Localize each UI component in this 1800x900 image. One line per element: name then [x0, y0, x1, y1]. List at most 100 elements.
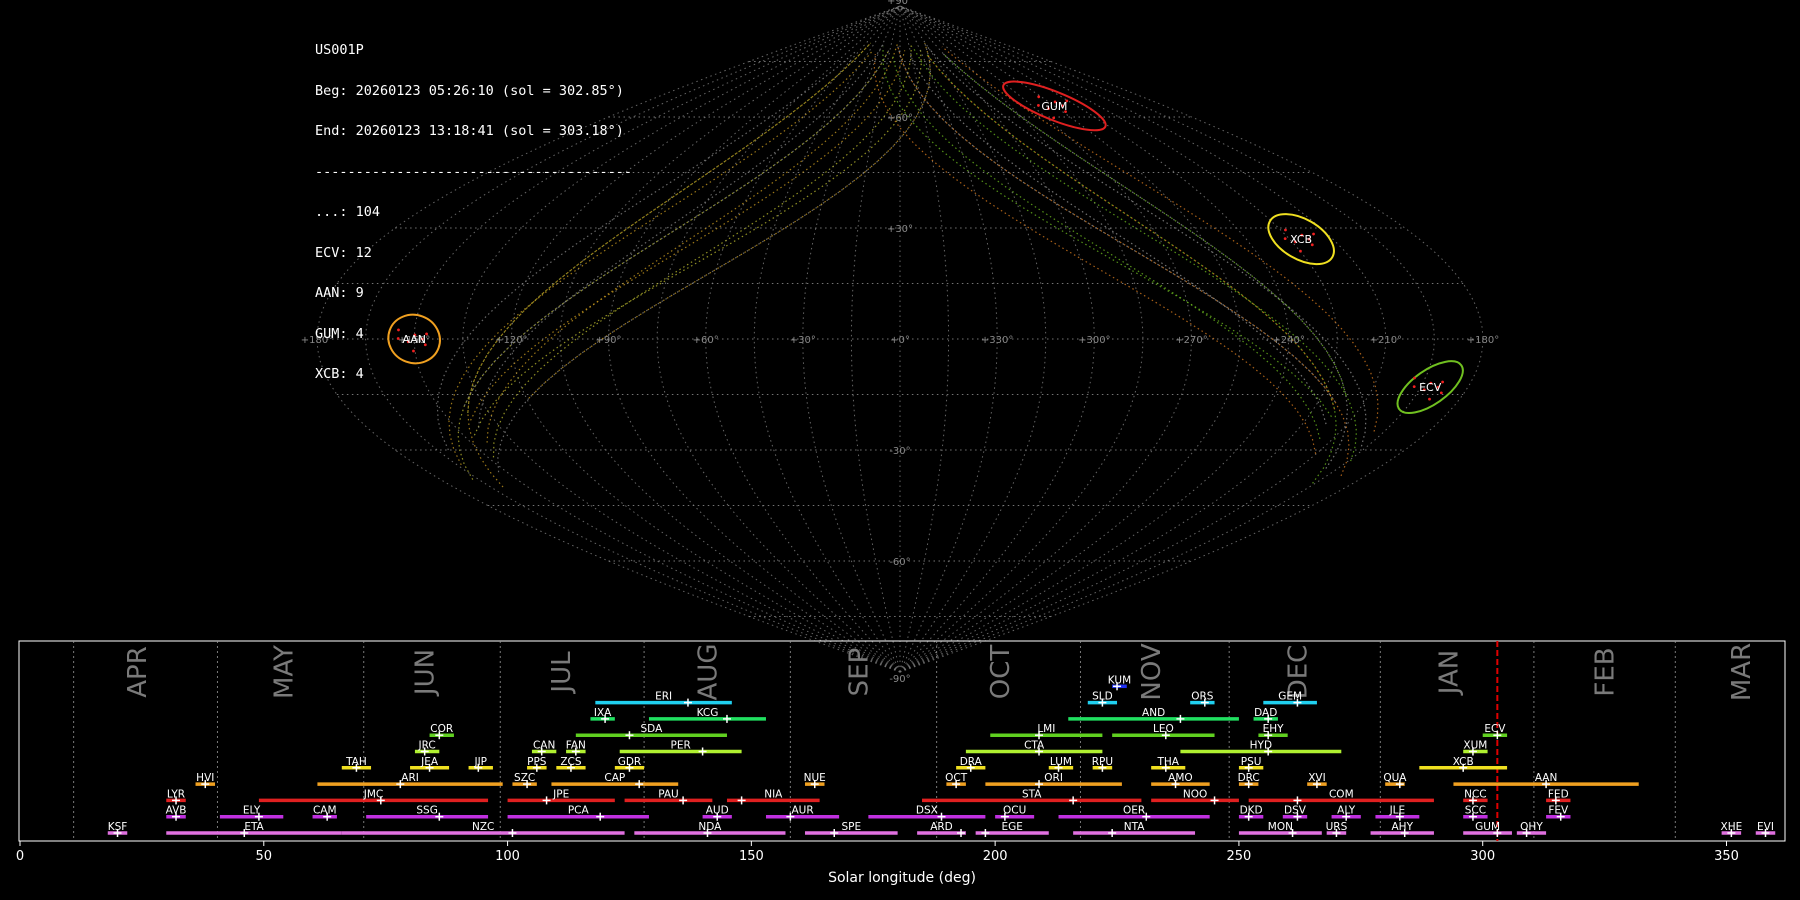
shower-label: CAP: [604, 772, 625, 784]
month-label: AUG: [693, 644, 723, 701]
month-label: JUN: [411, 649, 441, 697]
radiant-point: [1428, 397, 1431, 401]
shower-label: OER: [1123, 805, 1145, 817]
shower-label: CTA: [1024, 740, 1045, 752]
shower-label: GUM: [1475, 821, 1500, 833]
shower-label: JRC: [418, 740, 436, 752]
shower-label: URS: [1326, 821, 1348, 833]
radiant-point: [1283, 237, 1287, 241]
shower-label: XHE: [1721, 821, 1743, 833]
shower-label: NIA: [764, 788, 783, 800]
shower-label: SDA: [641, 723, 664, 735]
shower-label: RPU: [1092, 756, 1113, 768]
x-tick-label: 0: [16, 849, 24, 864]
count-line: ECV: 12: [315, 244, 372, 261]
meteor-trail: [891, 53, 1321, 440]
shower-label: GEM: [1278, 691, 1302, 703]
shower-label: ERI: [655, 691, 672, 703]
shower-label: AHY: [1392, 821, 1414, 833]
month-label: JUL: [547, 651, 577, 695]
shower-label: OHY: [1520, 821, 1543, 833]
shower-label: AMO: [1168, 772, 1193, 784]
shower-label: ARI: [401, 772, 419, 784]
shower-label: ALY: [1337, 805, 1356, 817]
x-tick-label: 250: [1227, 849, 1252, 864]
x-tick-label: 350: [1714, 849, 1739, 864]
x-tick-label: 150: [739, 849, 764, 864]
shower-label: AAN: [1535, 772, 1558, 784]
radiant-point: [1299, 249, 1302, 253]
shower-label: ARD: [930, 821, 953, 833]
lat-tick-label: -30°: [889, 446, 910, 457]
lon-tick-label: +240°: [1272, 335, 1304, 346]
shower-label: NDA: [698, 821, 722, 833]
shower-label: DRC: [1238, 772, 1260, 784]
lat-tick-label: -60°: [889, 557, 910, 568]
lat-tick-label: -90°: [889, 674, 910, 685]
shower-label: EVI: [1757, 821, 1774, 833]
count-line: ...: 104: [315, 204, 381, 220]
lon-tick-label: +180°: [1467, 335, 1499, 346]
shower-label: LEO: [1153, 723, 1174, 735]
shower-label: JPE: [552, 788, 569, 800]
shower-label: PSU: [1241, 756, 1262, 768]
lon-tick-label: +0°: [890, 335, 910, 346]
x-axis-label: Solar longitude (deg): [828, 870, 976, 886]
count-line: AAN: 9: [315, 285, 364, 301]
lon-tick-label: +300°: [1078, 335, 1110, 346]
month-label: NOV: [1137, 643, 1167, 700]
x-tick-label: 300: [1470, 849, 1495, 864]
shower-label: CAN: [533, 740, 555, 752]
shower-label: ORS: [1191, 691, 1214, 703]
radiant-point: [1413, 376, 1416, 380]
shower-label: DSX: [916, 805, 938, 817]
radiant-label: ECV: [1419, 381, 1442, 394]
shower-label: NOO: [1183, 788, 1207, 800]
lon-tick-label: +330°: [981, 335, 1013, 346]
shower-label: SZC: [514, 772, 535, 784]
shower-label: JEA: [420, 756, 439, 768]
shower-label: GDR: [618, 756, 642, 768]
meteor-trail: [908, 53, 1327, 425]
lat-tick-label: +60°: [887, 113, 913, 124]
meteor-trail: [925, 53, 1337, 484]
lon-tick-label: +60°: [693, 335, 719, 346]
shower-label: PER: [671, 740, 691, 752]
meteor-trail: [925, 53, 1336, 410]
radiant-label: GUM: [1041, 100, 1067, 113]
shower-label: MON: [1268, 821, 1293, 833]
shower-label: HYD: [1250, 740, 1272, 752]
info-panel: US001P Beg: 20260123 05:26:10 (sol = 302…: [315, 17, 632, 395]
shower-label: HVI: [196, 772, 214, 784]
shower-label: NUE: [804, 772, 826, 784]
lon-tick-label: +30°: [790, 335, 816, 346]
shower-label: FED: [1548, 788, 1569, 800]
radiant-point: [1312, 232, 1315, 236]
meteor-trail: [882, 46, 1332, 418]
shower-label: JLE: [1389, 805, 1406, 817]
shower-label: AND: [1142, 707, 1165, 719]
shower-label: SLD: [1092, 691, 1113, 703]
shower-label: ECV: [1484, 723, 1506, 735]
month-label: MAR: [1727, 643, 1757, 701]
radiant-label: XCB: [1290, 233, 1312, 246]
radiant-point: [1412, 385, 1416, 389]
shower-label: AVB: [166, 805, 187, 817]
shower-label: PAU: [658, 788, 679, 800]
shower-label: DRA: [960, 756, 983, 768]
shower-label: COR: [430, 723, 453, 735]
shower-label: SPE: [841, 821, 861, 833]
shower-label: XVI: [1308, 772, 1325, 784]
lat-tick-label: +90°: [887, 0, 913, 7]
shower-label: KSF: [108, 821, 128, 833]
shower-label: JIP: [473, 756, 487, 768]
shower-label: ORI: [1044, 772, 1063, 784]
shower-label: LMI: [1037, 723, 1055, 735]
meteor-trail: [943, 53, 1349, 469]
meteor-trail: [912, 46, 1358, 462]
shower-label: OCT: [945, 772, 968, 784]
radiant-point: [1052, 116, 1056, 120]
shower-label: NTA: [1124, 821, 1145, 833]
shower-label: STA: [1022, 788, 1042, 800]
x-tick-label: 50: [256, 849, 273, 864]
